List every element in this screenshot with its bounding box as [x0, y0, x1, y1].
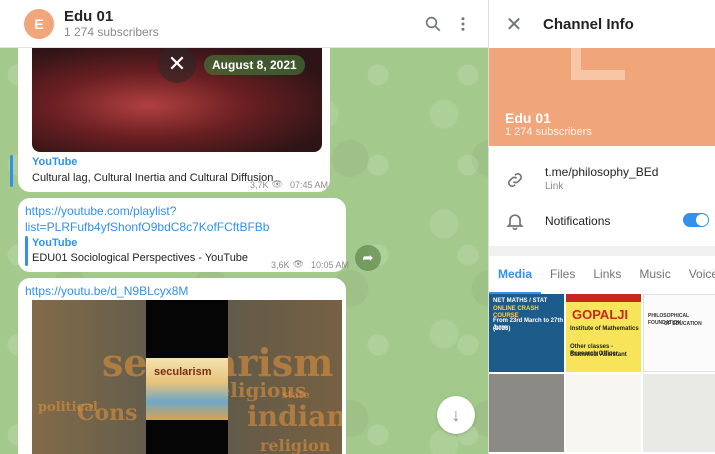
chat-pane: E Edu 01 1 274 subscribers ✕ August 8, 2… — [0, 0, 488, 454]
scroll-down-icon[interactable]: ↓ — [437, 396, 475, 434]
cloud-word: state — [282, 390, 310, 401]
media-text: Institute of Mathematics — [570, 326, 639, 332]
share-icon[interactable]: ➦ — [355, 245, 381, 271]
preview-description: Cultural lag, Cultural Inertia and Cultu… — [32, 172, 274, 184]
close-icon[interactable]: ✕ — [503, 13, 525, 36]
tab-voice[interactable]: Voice — [680, 256, 715, 294]
channel-initial-graphic — [571, 48, 625, 80]
view-count: 3,7K — [250, 179, 269, 190]
media-text: Statistical Assistant — [570, 352, 627, 358]
tab-music[interactable]: Music — [630, 256, 679, 294]
more-vertical-icon[interactable] — [452, 13, 474, 35]
info-header: ✕ Channel Info — [489, 0, 715, 48]
media-thumbnail[interactable] — [566, 374, 641, 452]
media-grid: NET MATHS / STAT ONLINE CRASH COURSE Fro… — [489, 294, 715, 454]
section-divider — [489, 246, 715, 256]
media-thumbnail[interactable]: NET MATHS / STAT ONLINE CRASH COURSE Fro… — [489, 294, 564, 372]
media-text: NET MATHS / STAT — [493, 298, 548, 304]
media-thumbnail[interactable] — [489, 374, 564, 452]
channel-name: Edu 01 — [505, 110, 551, 126]
preview-site-name: YouTube — [32, 237, 78, 249]
channel-title: Edu 01 — [64, 7, 114, 25]
channel-info-pane: ✕ Channel Info Edu 01 1 274 subscribers … — [488, 0, 715, 454]
media-tabs: Media Files Links Music Voice — [489, 256, 715, 294]
view-count: 3,6K — [271, 259, 290, 270]
chat-header[interactable]: E Edu 01 1 274 subscribers — [0, 0, 488, 48]
message-time: 10:05 AM — [310, 259, 349, 270]
media-text: (2023) — [493, 326, 511, 332]
media-thumbnail[interactable]: GOPALJI Institute of Mathematics Other c… — [566, 294, 641, 372]
link-icon — [505, 170, 525, 190]
media-text: OF EDUCATION — [664, 321, 702, 327]
link-preview-bar — [25, 236, 28, 266]
message-meta: 3,6K 👁 10:05 AM — [271, 259, 349, 270]
eye-icon: 👁 — [292, 259, 304, 269]
preview-site-name: YouTube — [32, 156, 78, 168]
eye-icon: 👁 — [271, 179, 283, 189]
link-line[interactable]: list=PLRFufb4yfShonfO9bdC8c7KofFCftBFBb — [25, 219, 269, 235]
channel-link-label: Link — [545, 181, 564, 192]
tab-media[interactable]: Media — [489, 256, 542, 294]
notifications-toggle[interactable] — [683, 213, 709, 227]
cloud-word: religion — [260, 436, 331, 454]
preview-description: EDU01 Sociological Perspectives - YouTub… — [32, 252, 249, 264]
tab-files[interactable]: Files — [541, 256, 584, 294]
link-line[interactable]: https://youtube.com/playlist? — [25, 203, 269, 219]
bell-icon — [505, 211, 525, 231]
channel-header-text[interactable]: Edu 01 1 274 subscribers — [64, 8, 159, 40]
channel-link[interactable]: t.me/philosophy_BEd — [545, 165, 658, 179]
thumbnail-text: secularism — [154, 366, 212, 378]
media-thumbnail[interactable] — [643, 374, 715, 452]
close-icon[interactable]: ✕ — [158, 45, 196, 83]
link-preview-bar — [10, 155, 13, 187]
message-meta: 3,7K 👁 07:45 AM — [250, 179, 328, 190]
tab-links[interactable]: Links — [584, 256, 630, 294]
search-icon[interactable] — [422, 13, 444, 35]
date-badge[interactable]: August 8, 2021 — [204, 55, 305, 75]
channel-subscribers: 1 274 subscribers — [64, 24, 159, 39]
channel-subscribers: 1 274 subscribers — [505, 126, 592, 138]
notifications-label: Notifications — [545, 214, 611, 228]
message-time: 07:45 AM — [289, 179, 328, 190]
message-link[interactable]: https://youtu.be/d_N9BLcyx8M — [25, 283, 188, 299]
cloud-word: indian — [247, 400, 342, 433]
media-text: GOPALJI — [572, 307, 629, 322]
channel-avatar[interactable]: E — [24, 8, 54, 39]
cloud-word: Cons — [77, 400, 138, 426]
media-thumbnail[interactable]: PHILOSOPHICAL FOUNDATION OF EDUCATION — [643, 294, 715, 372]
message-link[interactable]: https://youtube.com/playlist? list=PLRFu… — [25, 203, 269, 235]
info-title: Channel Info — [543, 15, 634, 33]
thumbnail-image: secularism — [146, 358, 228, 420]
